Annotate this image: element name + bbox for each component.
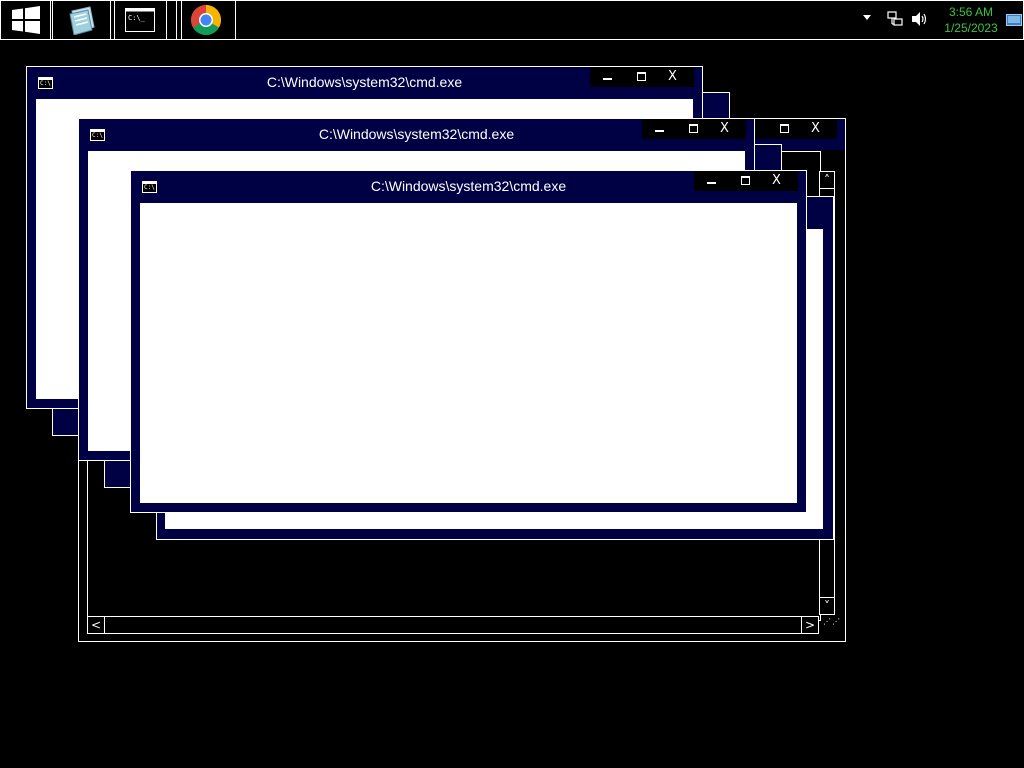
minimize-button[interactable] [694,171,728,191]
cmd-window-3[interactable]: C:\Windows\system32\cmd.exe X [130,170,807,513]
clock-time: 3:56 AM [948,5,994,19]
minimize-button[interactable] [642,119,676,139]
window-caption-buttons: X [694,171,798,191]
minimize-button[interactable] [590,67,624,87]
clock-date: 1/25/2023 [944,21,998,35]
chevron-up-icon[interactable] [863,15,871,20]
console-client-area[interactable] [140,203,797,503]
window-caption-buttons: X [590,67,694,87]
taskbar-command-prompt[interactable]: C:\_ [114,1,167,39]
scroll-right-button[interactable]: > [801,617,818,633]
desktop: X ˄ ˅ < > ⋰⋰ C:\Windows\system32\cmd.exe… [0,0,1024,768]
speaker-icon[interactable] [911,11,929,27]
taskbar-separator [167,1,177,39]
maximize-button[interactable] [728,171,762,191]
maximize-button[interactable] [676,119,710,139]
chrome-icon [190,4,222,36]
scroll-up-button[interactable]: ˄ [820,172,834,189]
horizontal-scrollbar[interactable]: < > [87,616,819,634]
close-button[interactable]: X [801,119,835,139]
close-icon: X [811,121,820,136]
taskbar: C:\_ 3:56 AM 1/25/2023 [0,0,1024,40]
close-button[interactable]: X [710,119,744,139]
close-icon: X [720,121,729,136]
close-icon: X [668,69,677,84]
show-desktop-icon[interactable] [1006,14,1022,26]
scroll-down-button[interactable]: ˅ [820,597,834,614]
taskbar-chrome[interactable] [181,1,236,39]
close-button[interactable]: X [762,171,796,191]
windows-logo-icon [12,6,40,34]
maximize-button[interactable] [767,119,801,139]
notepad-book-icon [69,6,95,35]
scroll-left-button[interactable]: < [88,617,105,633]
cmd-icon: C:\_ [125,8,155,32]
start-button[interactable] [1,1,51,39]
system-clock[interactable]: 3:56 AM 1/25/2023 [937,4,1005,36]
close-icon: X [772,173,781,188]
window-caption-buttons: X [642,119,746,139]
network-icon[interactable] [887,11,903,27]
resize-grip-icon[interactable]: ⋰⋰ [823,618,840,631]
taskbar-server-manager[interactable] [52,1,111,39]
close-button[interactable]: X [658,67,692,87]
svg-text:C:\_: C:\_ [128,14,146,22]
maximize-button[interactable] [624,67,658,87]
